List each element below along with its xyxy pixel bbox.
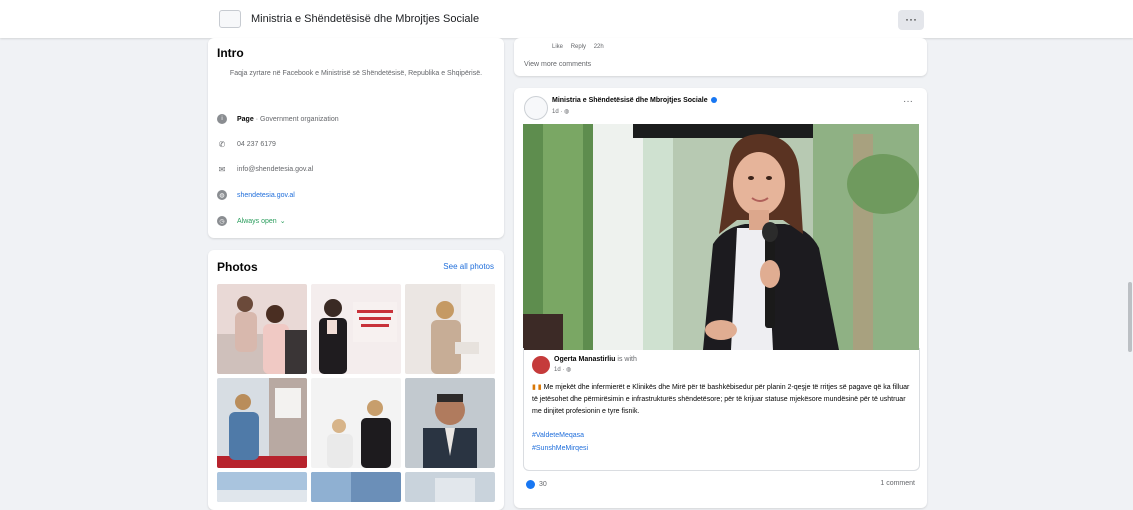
shared-author-name[interactable]: Ogerta Manastirliu: [554, 356, 615, 363]
hours-status[interactable]: Always open: [237, 218, 277, 225]
intro-heading: Intro: [217, 46, 244, 60]
comment-actions: Like Reply 22h: [552, 44, 610, 50]
hashtag-link[interactable]: #SunshMeMirqesi: [532, 445, 588, 452]
page-scrollbar[interactable]: [1128, 282, 1132, 352]
photo-thumbnail[interactable]: [405, 284, 495, 374]
email-address[interactable]: info@shendetesia.gov.al: [237, 166, 313, 173]
envelope-icon: ✉: [218, 164, 226, 174]
shared-post-text: ▮ ▮ Me mjekët dhe infermierët e Klinikës…: [532, 382, 910, 418]
photo-thumbnail[interactable]: [217, 284, 307, 374]
intro-card: Intro Faqja zyrtare në Facebook e Minist…: [208, 38, 504, 238]
photo-thumbnail[interactable]: [217, 378, 307, 468]
category-label: Page: [237, 115, 254, 123]
reaction-count[interactable]: 30: [539, 481, 547, 488]
shared-author-action: is with: [617, 356, 637, 363]
globe-icon: ◍: [217, 190, 227, 200]
globe-icon: ◍: [566, 367, 572, 373]
shared-author-line: Ogerta Manastirliu is with: [554, 356, 637, 363]
comment-reply-button[interactable]: Reply: [571, 44, 586, 50]
hashtag-link[interactable]: #ValdeteMeqasa: [532, 432, 584, 439]
page-header-bar: Ministria e Shëndetësisë dhe Mbrojtjes S…: [0, 0, 1133, 38]
more-options-button[interactable]: ···: [898, 10, 924, 30]
category-value: · Government organization: [255, 115, 339, 123]
photo-grid: [217, 284, 495, 502]
page-avatar[interactable]: [524, 96, 548, 120]
post-author[interactable]: Ministria e Shëndetësisë dhe Mbrojtjes S…: [552, 97, 717, 104]
photo-thumbnail[interactable]: [405, 378, 495, 468]
photo-thumbnail[interactable]: [217, 472, 307, 502]
photos-heading: Photos: [217, 260, 258, 274]
clock-icon: ◷: [217, 216, 227, 226]
comment-time: 22h: [593, 44, 604, 50]
intro-description: Faqja zyrtare në Facebook e Ministrisë s…: [229, 70, 483, 77]
intro-phone-row: ✆ 04 237 6179: [217, 137, 276, 151]
like-reaction-icon: [526, 480, 535, 489]
phone-number: 04 237 6179: [237, 140, 276, 148]
shared-post: Ogerta Manastirliu is with 1d · ◍ ▮ ▮ Me…: [523, 348, 920, 471]
intro-hours-row: ◷ Always open ⌄: [217, 214, 286, 228]
photo-thumbnail[interactable]: [311, 472, 401, 502]
comment-count[interactable]: 1 comment: [880, 480, 915, 487]
website-link[interactable]: shendetesia.gov.al: [237, 192, 295, 199]
intro-website-row: ◍ shendetesia.gov.al: [217, 188, 295, 202]
post-timestamp[interactable]: 1d · ◍: [552, 108, 569, 115]
view-more-comments-link[interactable]: View more comments: [524, 61, 591, 68]
page-logo-icon[interactable]: [219, 10, 241, 28]
photo-thumbnail[interactable]: [405, 472, 495, 502]
reaction-summary[interactable]: 30: [526, 480, 547, 489]
post-author-name[interactable]: Ministria e Shëndetësisë dhe Mbrojtjes S…: [552, 97, 708, 104]
post-more-icon[interactable]: ···: [903, 96, 913, 107]
post-card: Ministria e Shëndetësisë dhe Mbrojtjes S…: [514, 88, 927, 508]
post-time-text[interactable]: 1d: [552, 109, 559, 115]
intro-email-row: ✉ info@shendetesia.gov.al: [217, 162, 314, 176]
shared-time-text[interactable]: 1d: [554, 367, 561, 373]
post-photo[interactable]: [523, 124, 919, 350]
shared-author-avatar[interactable]: [532, 356, 550, 374]
info-icon: i: [217, 114, 227, 124]
phone-icon: ✆: [218, 139, 226, 149]
emoji-icon: ▮ ▮: [532, 384, 544, 391]
photos-card: Photos See all photos: [208, 250, 504, 510]
chevron-down-icon[interactable]: ⌄: [280, 217, 286, 225]
see-all-photos-link[interactable]: See all photos: [443, 262, 494, 271]
comment-like-button[interactable]: Like: [552, 44, 563, 50]
verified-badge-icon: [710, 97, 717, 104]
photo-thumbnail[interactable]: [311, 378, 401, 468]
shared-post-body: Me mjekët dhe infermierët e Klinikës dhe…: [532, 384, 910, 415]
shared-post-timestamp[interactable]: 1d · ◍: [554, 366, 571, 373]
globe-icon: ◍: [564, 109, 570, 115]
page-title[interactable]: Ministria e Shëndetësisë dhe Mbrojtjes S…: [251, 13, 479, 25]
photo-thumbnail[interactable]: [311, 284, 401, 374]
previous-post-comments: Like Reply 22h View more comments: [514, 38, 927, 76]
intro-category-row: i Page · Government organization: [217, 112, 339, 126]
